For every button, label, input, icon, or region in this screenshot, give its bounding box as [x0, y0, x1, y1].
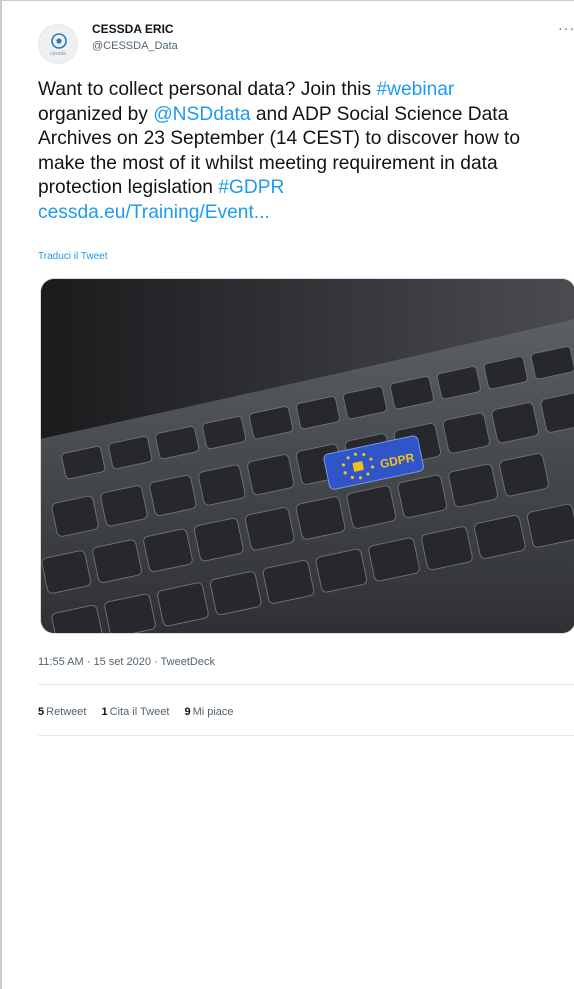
- author-handle[interactable]: @CESSDA_Data: [92, 40, 178, 52]
- tweet-text-segment: protection legislation: [38, 177, 219, 198]
- mention-nsddata-link[interactable]: @NSDdata: [153, 104, 250, 125]
- author-name[interactable]: CESSDA ERIC: [92, 22, 174, 36]
- likes-label: Mi piace: [192, 706, 234, 718]
- tweet-stats: 5 Retweet 1 Cita il Tweet 9 Mi piace: [38, 706, 246, 718]
- cessda-logo-icon: [51, 33, 67, 49]
- meta-separator: ·: [83, 656, 94, 668]
- tweet-line: Want to collect personal data? Join this…: [38, 78, 574, 103]
- quotes-label: Cita il Tweet: [109, 706, 170, 718]
- tweet-header: cessda CESSDA ERIC @CESSDA_Data ···: [38, 18, 574, 64]
- tweet-source: TweetDeck: [160, 656, 215, 668]
- tweet-text: Want to collect personal data? Join this…: [38, 78, 574, 225]
- more-options-icon[interactable]: ···: [558, 20, 574, 36]
- avatar-caption: cessda: [50, 51, 66, 57]
- event-url-link[interactable]: cessda.eu/Training/Event...: [38, 201, 574, 226]
- divider: [38, 735, 574, 736]
- tweet-line: make the most of it whilst meeting requi…: [38, 152, 498, 174]
- tweet-line: protection legislation #GDPR: [38, 176, 574, 201]
- hashtag-gdpr-link[interactable]: #GDPR: [218, 177, 284, 198]
- tweet-text-segment: organized by: [38, 103, 154, 125]
- keyboard-gdpr-image: GDPR: [41, 279, 574, 633]
- tweet-text-segment: Want to collect personal data? Join this: [38, 79, 377, 100]
- retweets-label: Retweet: [46, 706, 87, 718]
- tweet-timestamp: 11:55 AM · 15 set 2020 · TweetDeck: [38, 656, 215, 668]
- likes-stat[interactable]: 9 Mi piace: [184, 706, 233, 718]
- retweets-count: 5: [38, 706, 45, 718]
- avatar[interactable]: cessda: [38, 24, 78, 64]
- tweet-line: Archives on 23 September (14 CEST) to di…: [38, 128, 521, 149]
- tweet-text-segment: and ADP Social Science Data: [250, 103, 509, 125]
- retweets-stat[interactable]: 5 Retweet: [38, 706, 86, 718]
- meta-separator: ·: [150, 656, 161, 668]
- quotes-count: 1: [101, 706, 108, 718]
- tweet-media-image[interactable]: GDPR: [40, 278, 574, 634]
- likes-count: 9: [184, 706, 191, 718]
- tweet-time[interactable]: 11:55 AM: [38, 656, 84, 668]
- quotes-stat[interactable]: 1 Cita il Tweet: [102, 706, 170, 718]
- translate-tweet-link[interactable]: Traduci il Tweet: [38, 251, 107, 262]
- tweet-line: organized by @NSDdata and ADP Social Sci…: [38, 103, 574, 128]
- tweet-date[interactable]: 15 set 2020: [93, 656, 151, 668]
- divider: [38, 684, 574, 685]
- hashtag-webinar-link[interactable]: #webinar: [376, 79, 454, 100]
